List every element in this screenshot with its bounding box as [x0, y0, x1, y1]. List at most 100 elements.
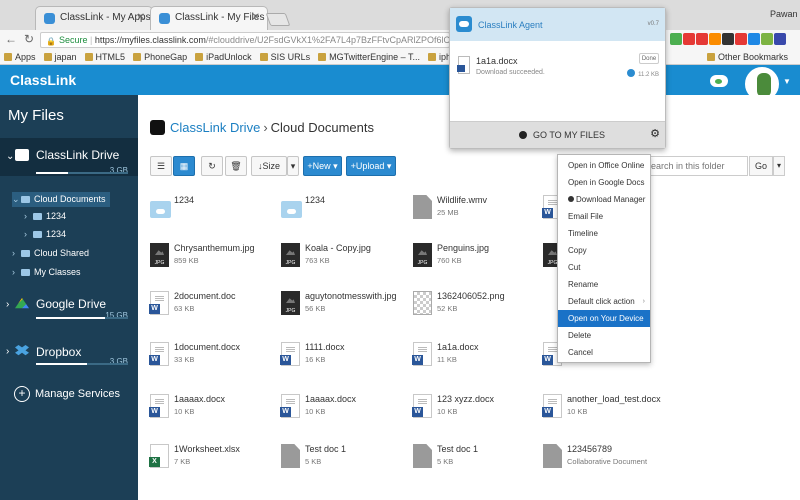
sidebar-item-dropbox[interactable]: › Dropbox 3 GB: [0, 341, 138, 371]
word-doc-icon: [280, 342, 300, 366]
go-to-my-files-button[interactable]: GO TO MY FILES: [519, 130, 605, 140]
tree-item-cloud-shared[interactable]: › Cloud Shared: [12, 248, 89, 258]
chevron-right-icon[interactable]: ›: [24, 211, 33, 221]
file-item[interactable]: 123456789 Collaborative Document: [543, 442, 673, 484]
file-name: 1362406052.png: [437, 291, 505, 301]
chevron-right-icon[interactable]: ›: [6, 299, 9, 310]
bookmark-item[interactable]: HTML5: [84, 50, 125, 64]
sidebar-title: My Files: [8, 107, 64, 124]
bookmark-item[interactable]: SIS URLs: [259, 50, 310, 64]
file-item[interactable]: 123 xyzz.docx 10 KB: [412, 392, 543, 434]
file-item[interactable]: 1document.docx 33 KB: [149, 340, 280, 382]
delete-button[interactable]: 🗑: [225, 156, 247, 176]
file-name: 1aaaax.docx: [174, 394, 226, 404]
manage-services-button[interactable]: + Manage Services: [14, 386, 120, 402]
refresh-button[interactable]: ↻: [201, 156, 223, 176]
folder-item[interactable]: 1234: [281, 193, 411, 235]
chevron-down-icon[interactable]: ⌄: [12, 194, 21, 205]
file-item[interactable]: Chrysanthemum.jpg 859 KB: [150, 241, 280, 283]
sort-dropdown-button[interactable]: ▾: [287, 156, 299, 176]
menu-item[interactable]: Copy: [558, 242, 650, 259]
menu-item[interactable]: Default click action ›: [558, 293, 650, 310]
upload-button[interactable]: +Upload ▾: [346, 156, 396, 176]
sort-button[interactable]: ↓Size: [251, 156, 287, 176]
chevron-right-icon[interactable]: ›: [24, 229, 33, 239]
extension-icon[interactable]: [761, 33, 773, 45]
chevron-down-icon[interactable]: ⌄: [6, 151, 14, 162]
file-item[interactable]: 1111.docx 16 KB: [280, 340, 411, 382]
other-bookmarks[interactable]: Other Bookmarks: [702, 50, 788, 64]
file-item[interactable]: Koala - Copy.jpg 763 KB: [281, 241, 411, 283]
bookmark-item[interactable]: japan: [43, 50, 77, 64]
extension-icon[interactable]: [709, 33, 721, 45]
extension-icon[interactable]: [722, 33, 734, 45]
file-item[interactable]: Test doc 1 5 KB: [281, 442, 411, 484]
cloud-icon[interactable]: [710, 75, 728, 87]
list-view-button[interactable]: ☰: [150, 156, 172, 176]
grid-view-button[interactable]: ▦: [173, 156, 195, 176]
back-icon[interactable]: ←: [5, 32, 17, 46]
menu-item[interactable]: Open on Your Device: [558, 310, 650, 327]
tree-item-1234[interactable]: › 1234: [24, 229, 66, 239]
reload-icon[interactable]: ↻: [24, 32, 34, 46]
menu-item[interactable]: Cut: [558, 259, 650, 276]
file-item[interactable]: 1a1a.docx 11 KB: [412, 340, 543, 382]
bookmark-item[interactable]: iPadUnlock: [195, 50, 252, 64]
go-dropdown-button[interactable]: ▾: [773, 156, 785, 176]
file-item[interactable]: 2document.doc 63 KB: [149, 289, 280, 331]
bookmark-item[interactable]: PhoneGap: [133, 50, 187, 64]
file-item[interactable]: another_load_test.docx 10 KB: [542, 392, 673, 434]
file-item[interactable]: 1Worksheet.xlsx 7 KB: [149, 442, 280, 484]
done-button[interactable]: Done: [639, 53, 659, 64]
file-item[interactable]: 1362406052.png 52 KB: [413, 289, 543, 331]
menu-item[interactable]: Email File: [558, 208, 650, 225]
sidebar-item-google-drive[interactable]: › Google Drive 15 GB: [0, 293, 138, 323]
menu-item[interactable]: Download Manager: [558, 191, 650, 208]
tree-item-1234[interactable]: › 1234: [24, 211, 66, 221]
chevron-right-icon[interactable]: ›: [12, 267, 21, 277]
breadcrumb-folder: Cloud Documents: [270, 120, 374, 135]
classlink-logo[interactable]: ClassLink: [10, 72, 76, 88]
new-button[interactable]: +New ▾: [303, 156, 342, 176]
bookmark-item[interactable]: Apps: [4, 50, 36, 64]
file-item[interactable]: 1aaaax.docx 10 KB: [149, 392, 280, 434]
chevron-right-icon[interactable]: ›: [6, 346, 9, 357]
folder-item[interactable]: 1234: [150, 193, 280, 235]
url-field[interactable]: 🔒 Secure | https://myfiles.classlink.com…: [40, 32, 450, 48]
tab-my-files[interactable]: ClassLink - My Files ✕: [150, 6, 268, 30]
sidebar-item-classlink-drive[interactable]: ⌄ ClassLink Drive 3 GB: [0, 138, 138, 176]
menu-item[interactable]: Cancel: [558, 344, 650, 361]
sort-label: Size: [262, 161, 280, 171]
extension-icon[interactable]: [748, 33, 760, 45]
file-item[interactable]: aguytonotmesswith.jpg 56 KB: [281, 289, 411, 331]
profile-name[interactable]: Pawan: [770, 9, 798, 19]
menu-item-label: Email File: [568, 212, 604, 221]
gear-icon[interactable]: ⚙: [650, 127, 660, 140]
extension-icon[interactable]: [774, 33, 786, 45]
tree-item-cloud-documents[interactable]: ⌄ Cloud Documents: [12, 192, 110, 207]
bookmark-item[interactable]: MGTwitterEngine – T...: [318, 50, 420, 64]
close-icon[interactable]: ✕: [252, 12, 260, 23]
file-item[interactable]: Penguins.jpg 760 KB: [413, 241, 543, 283]
menu-item[interactable]: Delete: [558, 327, 650, 344]
extension-icon[interactable]: [735, 33, 747, 45]
menu-item[interactable]: Open in Office Online: [558, 157, 650, 174]
search-input[interactable]: [638, 156, 748, 176]
tree-item-my-classes[interactable]: › My Classes: [12, 267, 81, 277]
close-icon[interactable]: ✕: [137, 12, 145, 23]
extension-icon[interactable]: [696, 33, 708, 45]
file-item[interactable]: Wildlife.wmv 25 MB: [413, 193, 543, 235]
tab-my-apps[interactable]: ClassLink - My Apps ✕: [35, 6, 153, 30]
menu-item[interactable]: Open in Google Docs: [558, 174, 650, 191]
go-button[interactable]: Go: [749, 156, 773, 176]
new-tab-button[interactable]: [265, 13, 291, 26]
breadcrumb-drive[interactable]: ClassLink Drive: [170, 120, 260, 135]
chevron-right-icon[interactable]: ›: [12, 248, 21, 258]
file-item[interactable]: 1aaaax.docx 10 KB: [280, 392, 411, 434]
chevron-down-icon[interactable]: ▼: [783, 77, 791, 86]
extension-icon[interactable]: [683, 33, 695, 45]
menu-item[interactable]: Rename: [558, 276, 650, 293]
extension-icon[interactable]: [670, 33, 682, 45]
file-item[interactable]: Test doc 1 5 KB: [413, 442, 543, 484]
menu-item[interactable]: Timeline: [558, 225, 650, 242]
